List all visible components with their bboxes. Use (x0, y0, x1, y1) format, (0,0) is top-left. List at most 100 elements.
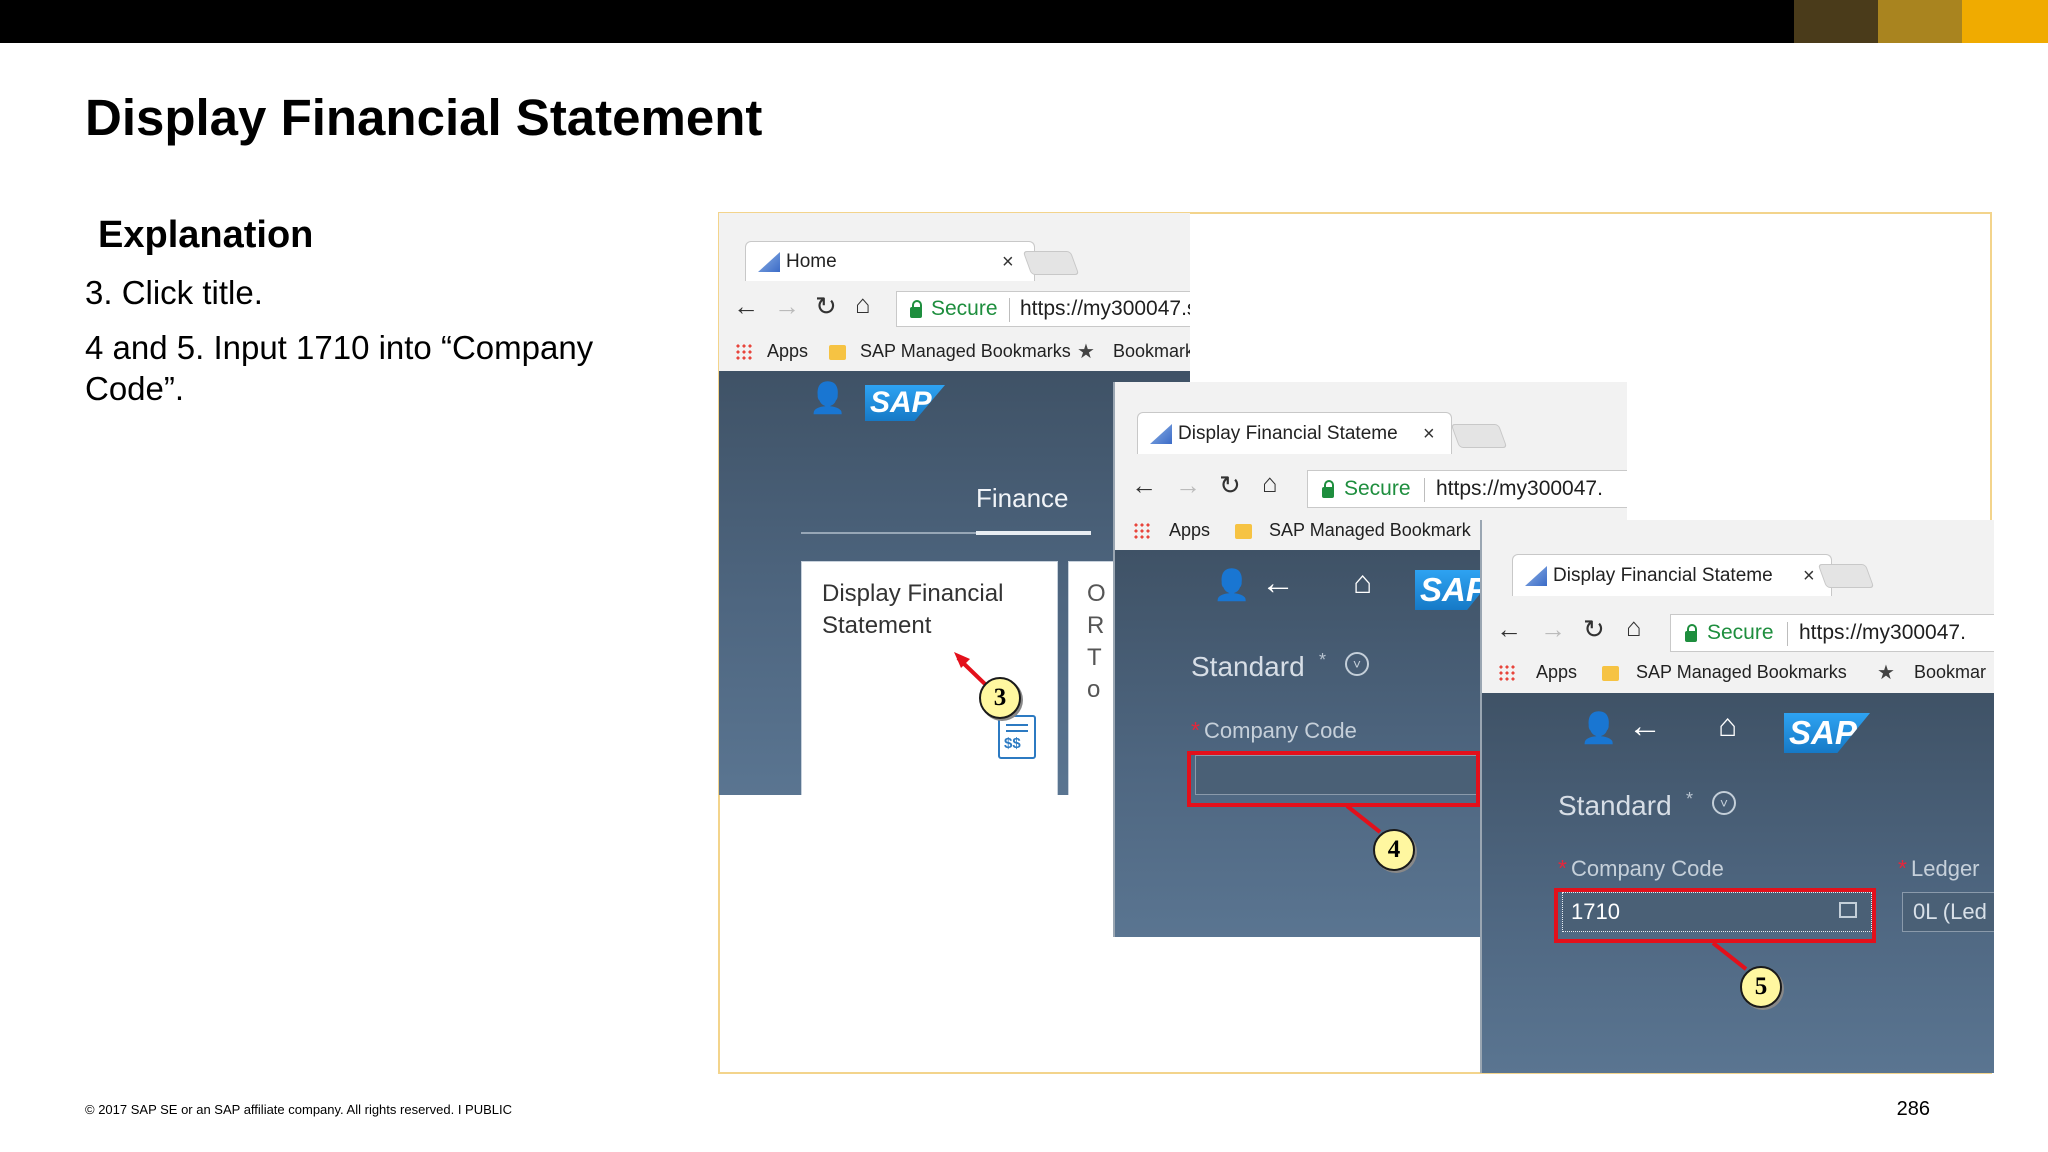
screen1-tab-title: Home (786, 251, 837, 272)
close-tab-icon[interactable]: × (1803, 555, 1815, 596)
sap-favicon-icon (1525, 566, 1547, 586)
lock-icon (910, 300, 922, 318)
screen2-tab-title: Display Financial Stateme (1178, 423, 1398, 444)
lock-icon (1322, 480, 1334, 498)
sap-favicon-icon (1150, 424, 1172, 444)
secure-label: Secure (1344, 477, 1411, 500)
screen3-tab[interactable]: Display Financial Stateme × (1512, 554, 1832, 596)
url-text: https://my300047. (1799, 621, 1966, 644)
screen3-address-bar[interactable]: Secure https://my300047. (1670, 614, 1994, 652)
bookmark-apps[interactable]: Apps (767, 341, 808, 362)
reload-icon[interactable]: ↻ (1219, 470, 1241, 501)
bookmark-sap-managed[interactable]: SAP Managed Bookmarks (1636, 662, 1847, 683)
url-text: https://my300047.s (1020, 297, 1190, 320)
user-icon[interactable]: 👤 (1213, 568, 1250, 603)
lock-icon (1685, 624, 1697, 642)
reload-icon[interactable]: ↻ (1583, 614, 1605, 645)
slide-title: Display Financial Statement (85, 89, 763, 146)
bookmark-apps[interactable]: Apps (1169, 520, 1210, 541)
reload-icon[interactable]: ↻ (815, 291, 837, 322)
apps-grid-icon (735, 343, 753, 361)
new-tab-button[interactable] (1450, 424, 1508, 448)
callout-5: 5 (1740, 966, 1782, 1008)
folder-icon (1235, 524, 1252, 539)
forward-icon[interactable]: → (1175, 470, 1201, 501)
required-asterisk: * (1191, 717, 1200, 743)
callout-4: 4 (1373, 829, 1415, 871)
tile-display-financial-statement[interactable]: Display Financial Statement $$ (801, 561, 1058, 795)
bookmark-sap-managed[interactable]: SAP Managed Bookmarks (860, 341, 1071, 362)
new-tab-button[interactable] (1817, 564, 1875, 588)
highlight-company-code-empty (1187, 751, 1480, 807)
required-asterisk-ledger: * (1898, 855, 1907, 881)
star-icon: ★ (1877, 662, 1895, 684)
sap-logo: SAP (865, 385, 945, 421)
address-separator (1424, 478, 1425, 502)
bookmark-bookmarks[interactable]: Bookmark (1113, 341, 1190, 362)
brand-square-dark (1794, 0, 1878, 43)
screen2-address-bar[interactable]: Secure https://my300047. (1307, 470, 1627, 508)
sap-logo: SAP (1784, 713, 1870, 753)
variant-name[interactable]: Standard (1191, 651, 1305, 683)
brand-square-gold (1962, 0, 2048, 43)
secure-label: Secure (931, 297, 998, 320)
step-3-text: 3. Click title. (85, 274, 263, 311)
home-icon[interactable]: ⌂ (1718, 707, 1737, 744)
back-icon[interactable]: ← (1131, 470, 1157, 501)
screen1-tab[interactable]: Home × (745, 241, 1035, 281)
address-separator (1009, 298, 1010, 322)
home-icon[interactable]: ⌂ (855, 289, 871, 320)
secure-label: Secure (1707, 621, 1774, 644)
screen1-address-bar[interactable]: Secure https://my300047.s (896, 291, 1190, 327)
required-asterisk: * (1558, 855, 1567, 881)
tile-title[interactable]: Display Financial Statement (822, 578, 1022, 642)
variant-dropdown-icon[interactable]: ˅ (1712, 791, 1736, 815)
close-tab-icon[interactable]: × (1002, 242, 1014, 281)
sap-favicon-icon (758, 252, 780, 272)
folder-icon (1602, 666, 1619, 681)
back-arrow-icon[interactable]: ← (1261, 564, 1295, 603)
variant-dropdown-icon[interactable]: ˅ (1345, 652, 1369, 676)
step-4-5-text: 4 and 5. Input 1710 into “Company Code”. (85, 329, 594, 407)
home-icon[interactable]: ⌂ (1626, 612, 1642, 643)
variant-modified-marker: * (1319, 650, 1327, 670)
home-icon[interactable]: ⌂ (1262, 468, 1278, 499)
forward-icon[interactable]: → (1540, 614, 1566, 645)
new-tab-button[interactable] (1022, 251, 1080, 275)
bookmark-sap-managed[interactable]: SAP Managed Bookmark (1269, 520, 1471, 541)
user-icon[interactable]: 👤 (809, 381, 846, 416)
bookmark-apps[interactable]: Apps (1536, 662, 1577, 683)
highlight-company-code-filled (1554, 888, 1876, 943)
screen2-tab[interactable]: Display Financial Stateme × (1137, 412, 1452, 454)
ledger-input[interactable]: 0L (Led (1902, 892, 1994, 932)
screen3-chrome: Display Financial Stateme × ← → ↻ ⌂ Secu… (1482, 520, 1994, 693)
group-finance[interactable]: Finance (976, 483, 1069, 514)
ledger-label: Ledger (1911, 856, 1980, 881)
forward-icon[interactable]: → (774, 291, 800, 322)
top-brand-bar (0, 0, 2048, 43)
url-text: https://my300047. (1436, 477, 1603, 500)
callout-3: 3 (979, 677, 1021, 719)
page-number: 286 (1896, 1098, 1930, 1120)
back-arrow-icon[interactable]: ← (1628, 707, 1662, 746)
brand-square-mid (1878, 0, 1962, 43)
copyright-footer: © 2017 SAP SE or an SAP affiliate compan… (85, 1102, 513, 1117)
bookmark-bookmarks[interactable]: Bookmar (1914, 662, 1986, 683)
close-tab-icon[interactable]: × (1423, 413, 1435, 454)
user-icon[interactable]: 👤 (1580, 711, 1617, 746)
company-code-label: Company Code (1204, 718, 1357, 743)
apps-grid-icon (1498, 664, 1516, 682)
home-icon[interactable]: ⌂ (1353, 564, 1372, 601)
star-icon: ★ (1077, 341, 1095, 363)
screen3-browser: Display Financial Stateme × ← → ↻ ⌂ Secu… (1480, 520, 1994, 1073)
financial-statement-icon: $$ (998, 715, 1036, 759)
screen1-chrome: Home × ← → ↻ ⌂ Secure https://my300047.s… (719, 213, 1190, 371)
back-icon[interactable]: ← (733, 291, 759, 322)
folder-icon (829, 345, 846, 360)
back-icon[interactable]: ← (1496, 614, 1522, 645)
variant-name[interactable]: Standard (1558, 790, 1672, 822)
variant-modified-marker: * (1686, 789, 1694, 809)
explanation-heading: Explanation (98, 214, 314, 256)
screen3-tab-title: Display Financial Stateme (1553, 565, 1773, 586)
group-active-indicator (976, 531, 1091, 535)
